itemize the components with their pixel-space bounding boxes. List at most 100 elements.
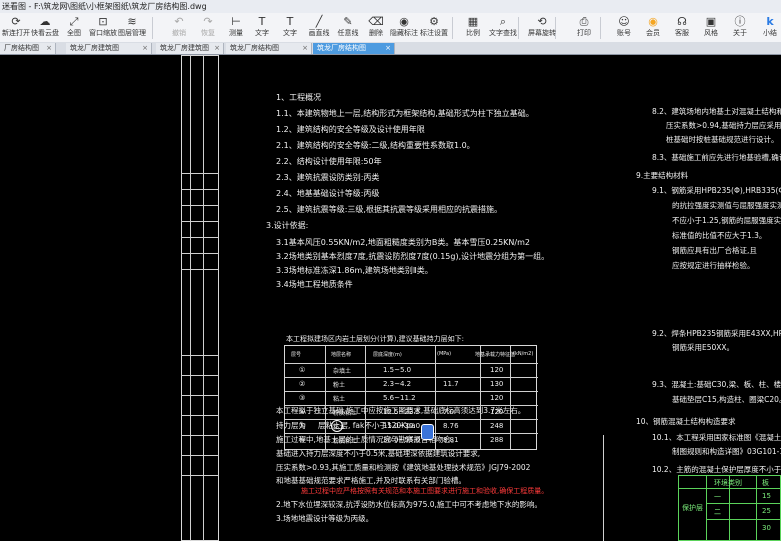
note-line: 2.3、建筑抗震设防类别:丙类 [276,173,380,182]
table-cell: 1.5~5.0 [383,366,412,374]
measure-icon: ⊢ [231,15,241,28]
toolbar-button-text-edit[interactable]: T 文字 [276,14,304,41]
toolbar-button-label: 小结 [763,29,777,37]
toolbar-button-text-search[interactable]: ⌕ 文字查找 [489,14,517,41]
toolbar-button-rotate[interactable]: ⟲ 屏幕旋转 [528,14,556,41]
soil-table-title: 本工程拟建场区内岩土层划分(计算),建议基础持力层如下: [286,335,465,343]
toolbar-button-hide-annotation[interactable]: ◉ 隐藏标注 [390,14,418,41]
toolbar-button-label: 标注设置 [420,29,448,37]
toolbar-button-freeline[interactable]: ✎ 任意线 [334,14,362,41]
toolbar-button-scale[interactable]: ▦ 比例 [459,14,487,41]
close-icon[interactable]: × [214,43,220,54]
toolbar-button-info[interactable]: ⓘ 关于 [726,14,754,41]
table-cell: 杂填土 [333,368,352,375]
title-block-divider [203,55,204,541]
toolbar-separator [600,17,601,39]
toolbar-button-k[interactable]: k 小结 [756,14,781,41]
tab-label: 筑龙厂房建筑图 [70,44,119,52]
table-cell: 8.76 [443,422,459,430]
headset-icon: ☊ [677,15,687,28]
table-cell: 5.6~11.2 [383,394,416,402]
table-header: 地基承载力特征值 [475,352,516,358]
table-cell: 120 [490,394,504,402]
cover-table-header: 板 [762,479,769,487]
table-row-line [285,377,538,378]
rotate-icon: ⟲ [537,15,547,28]
right-note-line: 10.2、主筋的混凝土保护层厚度不小于下表: [652,465,781,474]
cover-table-cell: 一 [714,493,721,501]
toolbar-button-open[interactable]: ⟳ 新连打开 [2,14,30,41]
table-row-line [285,363,538,364]
tab-label: 筑龙厂房结构图 [230,44,279,52]
toolbar-button-vip[interactable]: ◉ 会员 [639,14,667,41]
close-icon[interactable]: × [385,43,391,54]
right-note-line: 9.2、焊条HPB235钢筋采用E43XX,HRB335 [652,329,781,338]
note-line: 2.4、地基基础设计等级:丙级 [276,189,380,198]
toolbar-button-redo[interactable]: ↷ 恢复 [194,14,222,41]
toolbar-button-headset[interactable]: ☊ 客服 [668,14,696,41]
toolbar-button-label: 快看云盘 [31,29,59,37]
callout-circle [331,420,343,432]
toolbar-button-account[interactable]: ☺ 账号 [610,14,638,41]
table-row-line [285,419,538,420]
title-block-rule [181,205,219,206]
toolbar-button-cloud[interactable]: ☁ 快看云盘 [31,14,59,41]
close-icon[interactable]: × [302,43,308,54]
table-row-line [285,433,538,434]
toolbar-button-label: 风格 [704,29,718,37]
note-line: 2.2、结构设计使用年限:50年 [276,157,382,166]
toolbar-button-fit[interactable]: ⤢ 全图 [60,14,88,41]
table-cell: 11.7 [443,380,459,388]
toolbar-button-eraser[interactable]: ⌫ 删除 [362,14,390,41]
cover-table-row [706,519,781,520]
table-row-line [285,391,538,392]
vip-icon: ◉ [648,15,658,28]
toolbar-button-measure[interactable]: ⊢ 测量 [222,14,250,41]
bottom-note-line: 3.场地地震设计等级为丙级。 [276,514,374,523]
close-icon[interactable]: × [46,43,52,54]
toolbar-button-label: 图层管理 [118,29,146,37]
print-icon: ⎙ [579,15,589,28]
toolbar-button-zoom-window[interactable]: ⊡ 窗口缩放 [89,14,117,41]
right-note-line: 基础垫层C15,构造柱、圈梁C20。 [672,395,781,404]
document-tab[interactable]: 筑龙厂房结构图 × [226,43,312,54]
toolbar-button-line[interactable]: ╱ 画直线 [305,14,333,41]
document-tab[interactable]: 筑龙厂房结构图 × [313,43,395,54]
text-edit-icon: T [286,15,294,28]
title-block-rule [181,253,219,254]
right-note-line: 钢筋采用E50XX。 [672,343,735,352]
toolbar-button-style[interactable]: ▣ 风格 [697,14,725,41]
title-block-rule [181,269,219,270]
toolbar-button-undo[interactable]: ↶ 撤销 [165,14,193,41]
annotation-settings-icon: ⚙ [429,15,439,28]
toolbar-button-label: 会员 [646,29,660,37]
bottom-note-line: 2.地下水位埋深较深,抗浮设防水位标高为975.0,施工中可不考虑地下水的影响。 [276,500,542,509]
toolbar-button-layers[interactable]: ≋ 图层管理 [118,14,146,41]
toolbar-button-text[interactable]: T 文字 [248,14,276,41]
cloud-icon: ☁ [39,15,51,28]
account-icon: ☺ [618,15,630,28]
foundation-note-line: 和地基基础规范要求严格施工,并及时联系有关部门验槽。 [276,476,466,485]
scale-icon: ▦ [467,15,479,28]
toolbar-button-label: 窗口缩放 [89,29,117,37]
cover-table-cell: 30 [762,524,771,532]
close-icon[interactable]: × [142,43,148,54]
right-note-line: 10.1、本工程采用国家标准图《混凝土结构施工图平面整体表示方法 [652,433,781,442]
window-title: 迷看图 - F:\筑龙网\图纸\小框架图纸\筑龙厂房结构图.dwg [2,2,207,11]
toolbar-button-label: 文字 [255,29,269,37]
document-tab[interactable]: 厂房结构图 × [0,43,56,54]
table-header: 地层名称 [331,352,352,358]
freeline-icon: ✎ [343,15,353,28]
toolbar-button-annotation-settings[interactable]: ⚙ 标注设置 [420,14,448,41]
note-line: 2.5、建筑抗震等级:三级,根据其抗震等级采用相应的抗震措施。 [276,205,502,214]
right-note-line: 9.1、钢筋采用HPB235(Φ),HRB335(Φ),钢筋 [652,186,781,195]
table-header: 层号 [291,352,302,358]
toolbar-button-label: 撤销 [172,29,186,37]
toolbar-button-label: 测量 [229,29,243,37]
table-cell: ② [299,380,306,388]
tab-label: 厂房结构图 [4,44,39,52]
toolbar-button-print[interactable]: ⎙ 打印 [570,14,598,41]
document-tab[interactable]: 筑龙厂房建筑图 × [156,43,224,54]
drawing-canvas[interactable]: 1、工程概况 1.1、本建筑物地上一层,结构形式为框架结构,基础形式为柱下独立基础… [0,55,781,541]
document-tab[interactable]: 筑龙厂房建筑图 × [66,43,152,54]
